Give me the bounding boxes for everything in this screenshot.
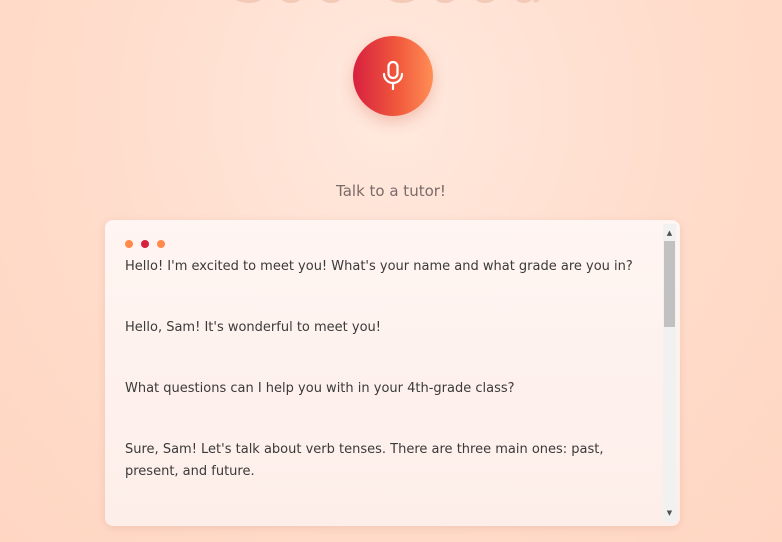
scroll-thumb[interactable] bbox=[664, 241, 675, 327]
typing-indicator bbox=[125, 240, 165, 248]
chat-message: What questions can I help you with in yo… bbox=[125, 381, 515, 396]
page-title: Soo Good bbox=[0, 0, 782, 10]
chat-panel[interactable]: Hello! I'm excited to meet you! What's y… bbox=[105, 220, 680, 526]
scroll-up-arrow-icon[interactable]: ▲ bbox=[663, 226, 676, 240]
chat-message: Hello, Sam! It's wonderful to meet you! bbox=[125, 320, 382, 335]
chat-scrollbar[interactable]: ▲ ▼ bbox=[663, 224, 676, 522]
indicator-dot bbox=[141, 240, 149, 248]
indicator-dot bbox=[125, 240, 133, 248]
chat-message: Hello! I'm excited to meet you! What's y… bbox=[125, 259, 633, 274]
microphone-icon bbox=[382, 60, 404, 91]
microphone-button[interactable] bbox=[353, 36, 433, 116]
chat-message: Sure, Sam! Let's talk about verb tenses.… bbox=[125, 442, 604, 479]
subtitle: Talk to a tutor! bbox=[336, 182, 446, 200]
scroll-down-arrow-icon[interactable]: ▼ bbox=[663, 506, 676, 520]
indicator-dot bbox=[157, 240, 165, 248]
message-list: Hello! I'm excited to meet you! What's y… bbox=[125, 256, 640, 522]
